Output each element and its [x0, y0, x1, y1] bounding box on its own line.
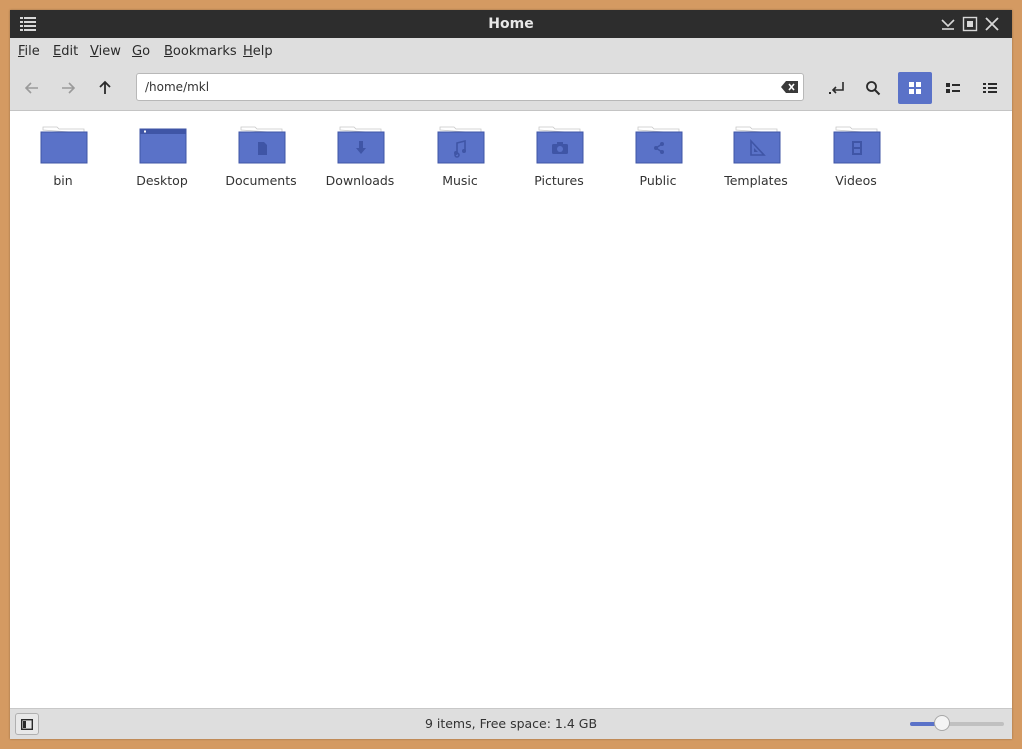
menu-edit-mnemonic: E — [53, 44, 62, 59]
status-bar: 9 items, Free space: 1.4 GB — [10, 708, 1012, 739]
folder-item-downloads[interactable]: Downloads — [315, 121, 405, 193]
folder-item-bin[interactable]: bin — [18, 121, 108, 193]
compact-view-button[interactable] — [973, 72, 1007, 104]
folder-label: Videos — [835, 173, 877, 188]
folder-item-music[interactable]: Music — [415, 121, 505, 193]
menu-file[interactable]: File — [18, 38, 40, 66]
window-title: Home — [488, 16, 534, 32]
toolbar — [10, 66, 1012, 111]
icon-view-button[interactable] — [898, 72, 932, 104]
camera-folder-icon — [536, 126, 584, 164]
folder-label: Downloads — [325, 173, 395, 188]
arrow-up-icon — [99, 80, 111, 94]
menu-edit[interactable]: Edit — [53, 38, 78, 66]
folder-label: bin — [53, 173, 73, 188]
desktop-folder-icon — [139, 128, 187, 164]
arrow-left-icon — [24, 82, 38, 94]
folder-item-pictures[interactable]: Pictures — [514, 121, 604, 193]
status-text: 9 items, Free space: 1.4 GB — [424, 716, 598, 731]
share-folder-icon — [635, 126, 683, 164]
menu-go-mnemonic: G — [132, 44, 143, 59]
document-folder-icon — [238, 126, 286, 164]
folder-label: Documents — [225, 173, 297, 188]
music-folder-icon — [437, 126, 485, 164]
menu-help-mnemonic: H — [243, 44, 253, 59]
menu-help-label: elp — [252, 44, 273, 59]
folder-label: Templates — [724, 173, 788, 188]
menu-go-label: o — [142, 44, 151, 59]
location-bar[interactable] — [136, 73, 804, 101]
folder-label: Public — [639, 173, 677, 188]
return-arrow-icon — [829, 82, 844, 94]
toggle-location-button[interactable] — [821, 72, 853, 104]
menu-view-mnemonic: V — [90, 44, 99, 59]
menu-file-label: ile — [24, 44, 40, 59]
folder-item-documents[interactable]: Documents — [216, 121, 306, 193]
menu-view-label: iew — [98, 44, 121, 59]
menu-help[interactable]: Help — [243, 38, 273, 66]
list-view-button[interactable] — [936, 72, 970, 104]
menu-go[interactable]: Go — [132, 38, 150, 66]
minimize-icon[interactable] — [938, 14, 958, 34]
file-manager-window: Home File Edit View Go Bookmarks Help /h… — [10, 10, 1012, 739]
arrow-right-icon — [62, 82, 76, 94]
menu-bookmarks-mnemonic: B — [164, 44, 173, 59]
file-view[interactable]: bin Desktop Documents Downloads Music Picture… — [10, 111, 1012, 708]
close-icon[interactable] — [982, 14, 1002, 34]
menu-bar: File Edit View Go Bookmarks Help — [10, 38, 1012, 66]
zoom-slider[interactable] — [910, 715, 1004, 731]
up-button[interactable] — [89, 72, 121, 104]
backspace-icon — [781, 81, 798, 93]
grid-icon — [909, 82, 921, 94]
menu-bookmarks[interactable]: Bookmarks — [164, 38, 237, 66]
folder-label: Desktop — [136, 173, 188, 188]
zoom-slider-handle[interactable] — [933, 715, 950, 731]
search-icon — [866, 81, 881, 96]
columns-icon — [983, 83, 997, 93]
folder-item-public[interactable]: Public — [613, 121, 703, 193]
menu-view[interactable]: View — [90, 38, 121, 66]
search-button[interactable] — [857, 72, 889, 104]
back-button[interactable] — [16, 72, 48, 104]
location-input[interactable] — [145, 74, 765, 100]
folder-label: Music — [442, 173, 478, 188]
menu-edit-label: dit — [61, 44, 79, 59]
download-folder-icon — [337, 126, 385, 164]
folder-item-videos[interactable]: Videos — [811, 121, 901, 193]
folder-label: Pictures — [534, 173, 584, 188]
maximize-icon[interactable] — [960, 14, 980, 34]
template-folder-icon — [733, 126, 781, 164]
film-folder-icon — [833, 126, 881, 164]
list-icon — [946, 83, 960, 93]
folder-icon — [40, 126, 88, 164]
menu-bookmarks-label: ookmarks — [172, 44, 237, 59]
clear-location-button[interactable] — [781, 78, 799, 96]
title-bar[interactable]: Home — [10, 10, 1012, 38]
folder-item-templates[interactable]: Templates — [711, 121, 801, 193]
forward-button[interactable] — [52, 72, 84, 104]
folder-item-desktop[interactable]: Desktop — [117, 121, 207, 193]
